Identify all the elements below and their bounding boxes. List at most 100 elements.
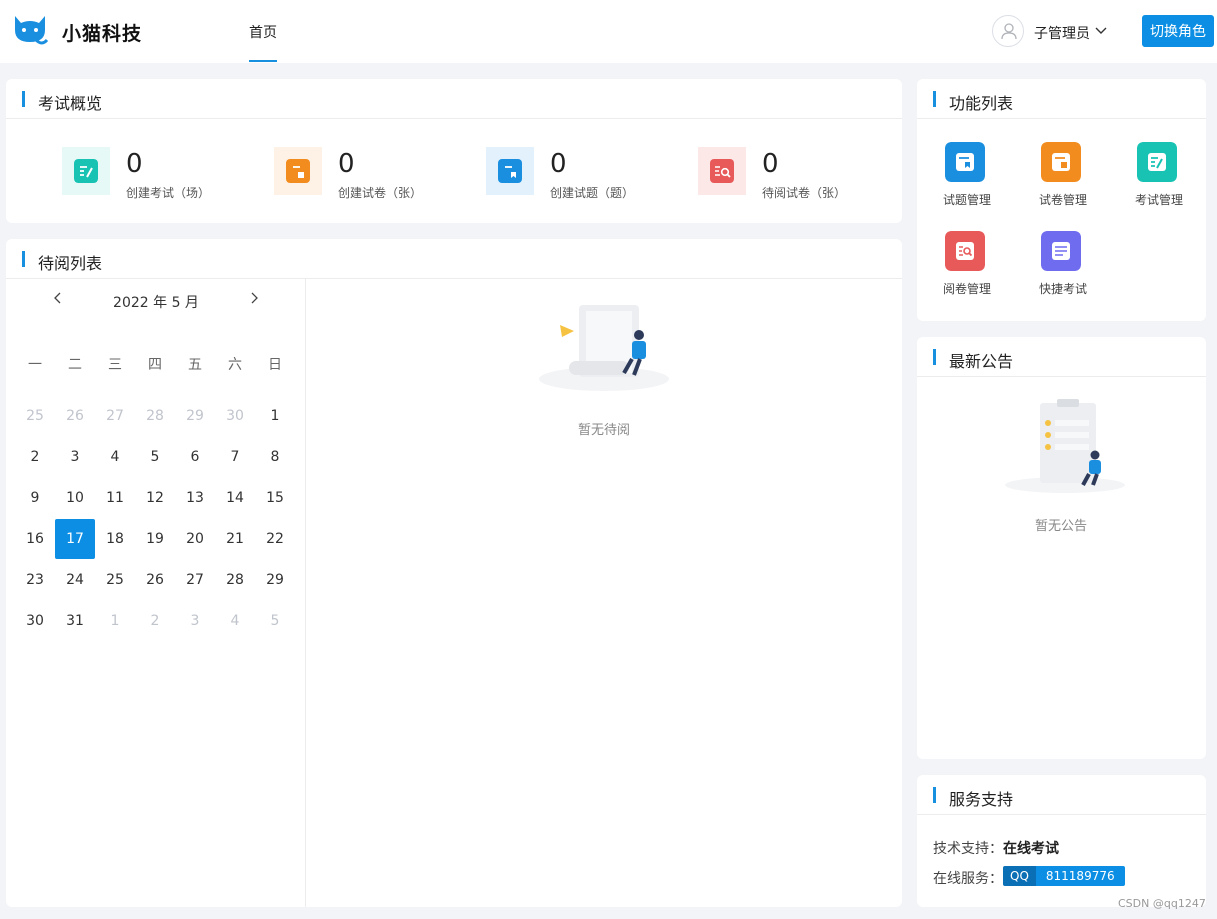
function-label: 考试管理 — [1134, 193, 1183, 207]
calendar-grid: 一 二 三 四 五 六 日 25 26 27 28 29 30 1 2 3 4 — [15, 344, 295, 642]
overview-card: 考试概览 0 创建考试（场） 0 创建试卷（张） 0 创建试题（题） 0 待阅试… — [6, 79, 902, 223]
calendar-month-title: 2022 年 5 月 — [113, 295, 199, 311]
calendar-day[interactable]: 30 — [215, 396, 255, 436]
pending-card: 待阅列表 2022 年 5 月 一 二 三 四 五 六 日 25 26 27 2 — [6, 239, 902, 907]
stat-value: 0 — [338, 149, 355, 179]
weekday-label: 六 — [228, 357, 242, 373]
calendar-day[interactable]: 16 — [15, 519, 55, 559]
calendar-day[interactable]: 5 — [255, 601, 295, 641]
grading-icon — [710, 159, 734, 183]
qq-contact-badge[interactable]: QQ 811189776 — [1003, 866, 1125, 886]
calendar-day[interactable]: 4 — [95, 437, 135, 477]
calendar-day[interactable]: 11 — [95, 478, 135, 518]
function-list-title: 功能列表 — [949, 94, 1014, 113]
calendar-day[interactable]: 6 — [175, 437, 215, 477]
calendar-day[interactable]: 5 — [135, 437, 175, 477]
function-label: 阅卷管理 — [942, 282, 991, 296]
chevron-right-icon[interactable] — [249, 291, 259, 305]
stat-label: 待阅试卷（张） — [762, 186, 847, 200]
tech-support-line: 技术支持：在线考试 — [933, 838, 1059, 858]
cat-logo-icon[interactable] — [12, 14, 48, 48]
calendar-day-selected[interactable]: 17 — [55, 519, 95, 559]
calendar-day[interactable]: 12 — [135, 478, 175, 518]
calendar-day[interactable]: 26 — [55, 396, 95, 436]
stat-value: 0 — [762, 149, 779, 179]
watermark: CSDN @qq1247 — [1118, 897, 1206, 910]
weekday-label: 五 — [188, 357, 202, 373]
calendar-day[interactable]: 9 — [15, 478, 55, 518]
calendar-day[interactable]: 29 — [175, 396, 215, 436]
calendar-day[interactable]: 28 — [135, 396, 175, 436]
calendar-day[interactable]: 20 — [175, 519, 215, 559]
calendar-day[interactable]: 10 — [55, 478, 95, 518]
calendar-day[interactable]: 24 — [55, 560, 95, 600]
calendar-day[interactable]: 1 — [95, 601, 135, 641]
announcements-card: 最新公告 暂无公告 — [917, 337, 1206, 759]
calendar-day[interactable]: 21 — [215, 519, 255, 559]
stat-value: 0 — [550, 149, 567, 179]
user-icon — [1001, 23, 1017, 40]
online-service-label: 在线服务： — [933, 871, 1003, 887]
calendar-day[interactable]: 26 — [135, 560, 175, 600]
paper-icon — [286, 159, 310, 183]
calendar-day[interactable]: 27 — [175, 560, 215, 600]
calendar-day[interactable]: 22 — [255, 519, 295, 559]
paper-icon — [1041, 142, 1081, 182]
calendar-week-row: 9 10 11 12 13 14 15 — [15, 478, 295, 519]
overview-header: 考试概览 — [6, 79, 902, 119]
weekday-label: 一 — [28, 357, 42, 373]
service-card: 服务支持 技术支持：在线考试 在线服务： — [917, 775, 1206, 907]
calendar-day[interactable]: 1 — [255, 396, 295, 436]
pending-title: 待阅列表 — [38, 254, 103, 273]
pending-empty-state: 暂无待阅 — [306, 279, 902, 479]
calendar-day[interactable]: 19 — [135, 519, 175, 559]
announcements-empty-text: 暂无公告 — [1034, 519, 1087, 534]
nav-home-tab[interactable]: 首页 — [249, 22, 277, 42]
title-accent-bar — [933, 91, 936, 107]
calendar-day[interactable]: 27 — [95, 396, 135, 436]
calendar-day[interactable]: 13 — [175, 478, 215, 518]
user-name-dropdown[interactable]: 子管理员 — [1034, 23, 1090, 43]
title-accent-bar — [933, 349, 936, 365]
calendar-day[interactable]: 28 — [215, 560, 255, 600]
title-accent-bar — [22, 91, 25, 107]
stat-icon-box — [62, 147, 110, 195]
calendar-day[interactable]: 15 — [255, 478, 295, 518]
calendar-day[interactable]: 4 — [215, 601, 255, 641]
calendar-day[interactable]: 30 — [15, 601, 55, 641]
calendar-day[interactable]: 14 — [215, 478, 255, 518]
calendar-day[interactable]: 29 — [255, 560, 295, 600]
calendar-day[interactable]: 2 — [135, 601, 175, 641]
weekday-label: 三 — [108, 357, 122, 373]
stat-label: 创建试卷（张） — [338, 186, 423, 200]
switch-role-button[interactable]: 切换角色 — [1142, 15, 1214, 47]
overview-title: 考试概览 — [38, 94, 103, 113]
function-label: 快捷考试 — [1038, 282, 1087, 296]
question-icon — [945, 142, 985, 182]
calendar-day[interactable]: 25 — [15, 396, 55, 436]
question-icon — [498, 159, 522, 183]
calendar-day[interactable]: 25 — [95, 560, 135, 600]
calendar-day[interactable]: 31 — [55, 601, 95, 641]
weekday-label: 四 — [148, 357, 162, 373]
function-label: 试题管理 — [942, 193, 991, 207]
calendar-day[interactable]: 3 — [55, 437, 95, 477]
calendar-week-row: 2 3 4 5 6 7 8 — [15, 437, 295, 478]
calendar-day[interactable]: 8 — [255, 437, 295, 477]
empty-scroll-illustration — [539, 305, 669, 391]
calendar-week-row: 16 17 18 19 20 21 22 — [15, 519, 295, 560]
chevron-down-icon[interactable] — [1095, 26, 1107, 36]
empty-clipboard-illustration — [1005, 399, 1125, 493]
calendar-day[interactable]: 3 — [175, 601, 215, 641]
user-avatar[interactable] — [992, 15, 1024, 47]
stat-icon-box — [698, 147, 746, 195]
function-list-header: 功能列表 — [917, 79, 1206, 119]
calendar-day[interactable]: 2 — [15, 437, 55, 477]
top-header: 小猫科技 首页 子管理员 切换角色 — [0, 0, 1217, 63]
grading-icon — [945, 231, 985, 271]
service-header: 服务支持 — [917, 775, 1206, 815]
announcements-title: 最新公告 — [949, 352, 1014, 371]
calendar-day[interactable]: 18 — [95, 519, 135, 559]
calendar-day[interactable]: 23 — [15, 560, 55, 600]
calendar-day[interactable]: 7 — [215, 437, 255, 477]
